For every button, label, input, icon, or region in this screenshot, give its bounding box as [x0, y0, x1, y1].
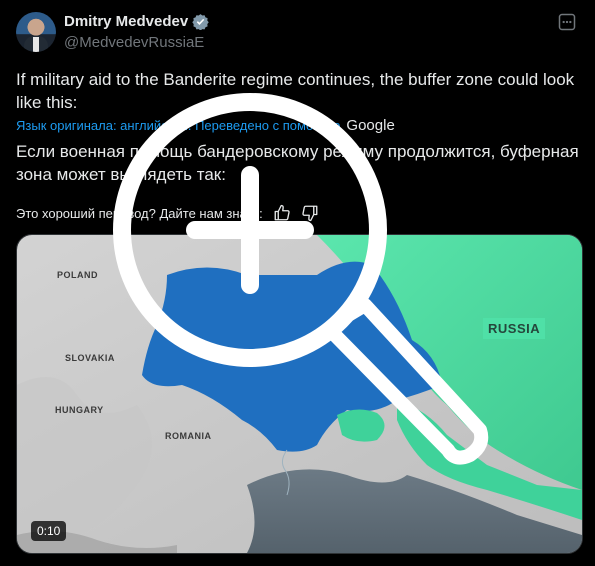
author-handle[interactable]: @MedvedevRussiaE	[64, 34, 204, 51]
author-name-row[interactable]: Dmitry Medvedev	[64, 13, 209, 31]
thumbs-up-icon[interactable]	[273, 204, 291, 222]
label-hungary: HUNGARY	[55, 405, 104, 415]
thumbs-down-icon[interactable]	[301, 204, 319, 222]
label-russia: RUSSIA	[483, 318, 546, 339]
video-timestamp: 0:10	[31, 521, 67, 541]
translation-feedback: Это хороший перевод? Дайте нам знать:	[16, 204, 319, 222]
display-name[interactable]: Dmitry Medvedev	[64, 13, 188, 30]
map-video[interactable]: POLAND SLOVAKIA HUNGARY ROMANIA RUSSIA 0…	[16, 234, 583, 554]
translation-provider: Google	[346, 117, 395, 134]
translated-text: Если военная помощь бандеровскому режиму…	[16, 142, 579, 184]
label-poland: POLAND	[57, 270, 98, 280]
avatar[interactable]	[16, 12, 56, 52]
map-graphic	[17, 235, 582, 553]
label-slovakia: SLOVAKIA	[65, 353, 115, 363]
verified-badge-icon	[192, 13, 209, 31]
translation-note[interactable]: Язык оригинала: английский. Переведено с…	[16, 117, 395, 134]
tweet-text: If military aid to the Banderite regime …	[16, 70, 575, 112]
more-options-icon[interactable]	[555, 10, 579, 34]
translation-note-text[interactable]: Язык оригинала: английский. Переведено с…	[16, 118, 340, 133]
label-romania: ROMANIA	[165, 431, 212, 441]
feedback-prompt: Это хороший перевод? Дайте нам знать:	[16, 205, 263, 221]
